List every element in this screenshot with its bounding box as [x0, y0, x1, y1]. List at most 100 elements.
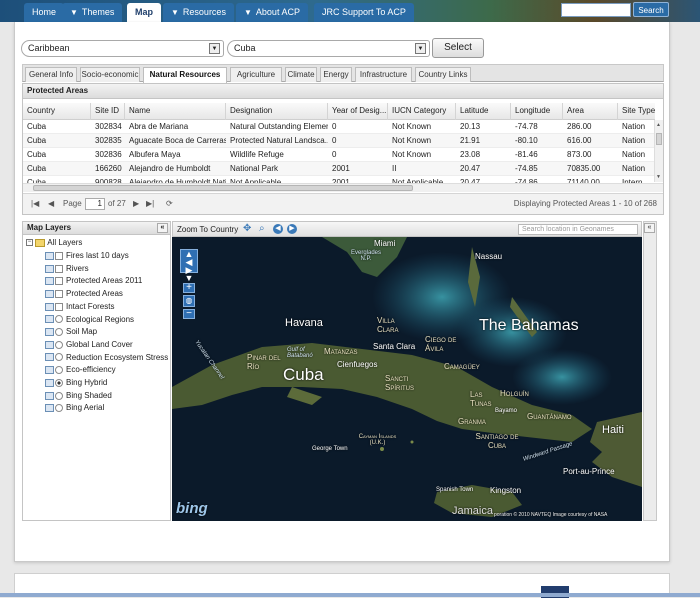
layer-legend-icon[interactable]: [45, 277, 54, 286]
nav-map[interactable]: Map: [127, 3, 161, 22]
tab-climate[interactable]: Climate: [285, 67, 317, 82]
nav-jrc-support[interactable]: JRC Support To ACP: [314, 3, 414, 22]
country-select[interactable]: Cuba ▼: [227, 40, 430, 57]
prev-page-icon[interactable]: ◀: [48, 199, 54, 208]
layer-checkbox[interactable]: [55, 264, 63, 273]
forward-arrow-icon[interactable]: ▶: [287, 224, 297, 234]
layer-radio[interactable]: [55, 404, 63, 413]
layer-legend-icon[interactable]: [45, 315, 54, 324]
globe-icon[interactable]: ◍: [183, 295, 195, 307]
column-header[interactable]: Country: [23, 103, 91, 120]
layer-legend-icon[interactable]: [45, 353, 54, 362]
map-view[interactable]: ▲ ◀ ▶ ▼ + ◍ − Miami Everglades N.P. Nass…: [172, 237, 642, 521]
layer-legend-icon[interactable]: [45, 264, 54, 273]
table-row[interactable]: Cuba 302835 Aguacate Boca de Carreras Prote…: [23, 134, 655, 148]
nav-resources[interactable]: ▼ Resources: [163, 3, 234, 22]
column-header[interactable]: IUCN Category: [388, 103, 456, 120]
region-select[interactable]: Caribbean ▼: [21, 40, 224, 57]
layer-radio[interactable]: [55, 378, 63, 387]
chevron-down-icon[interactable]: ▼: [415, 43, 426, 54]
grid-horizontal-scrollbar[interactable]: [23, 183, 663, 192]
layer-legend-icon[interactable]: [45, 251, 54, 260]
scroll-up-icon[interactable]: ▲: [656, 122, 662, 128]
layer-legend-icon[interactable]: [45, 378, 54, 387]
layer-root[interactable]: − All Layers: [26, 237, 82, 249]
table-row[interactable]: Cuba 302836 Albufera Maya Wildlife Refuge 0 N…: [23, 148, 655, 162]
layer-legend-icon[interactable]: [45, 366, 54, 375]
table-row[interactable]: Cuba 166260 Alejandro de Humboldt National …: [23, 162, 655, 176]
layer-radio[interactable]: [55, 391, 63, 400]
collapse-left-icon[interactable]: «: [157, 223, 168, 233]
layer-item[interactable]: Rivers: [45, 263, 89, 275]
layer-item[interactable]: Ecological Regions: [45, 314, 134, 326]
zoom-in-button[interactable]: +: [183, 283, 195, 293]
layer-legend-icon[interactable]: [45, 391, 54, 400]
site-search-button[interactable]: Search: [633, 2, 669, 17]
site-search-input[interactable]: [561, 3, 631, 17]
layer-checkbox[interactable]: [55, 277, 63, 286]
layer-legend-icon[interactable]: [45, 340, 54, 349]
pan-horizontal-icon[interactable]: ◀ ▶: [181, 258, 197, 275]
column-header[interactable]: Longitude: [511, 103, 563, 120]
pan-control[interactable]: ▲ ◀ ▶ ▼: [180, 249, 198, 283]
layer-item[interactable]: Global Land Cover: [45, 339, 133, 351]
refresh-icon[interactable]: ⟳: [166, 199, 173, 208]
select-button[interactable]: Select: [432, 38, 484, 58]
column-header[interactable]: Area: [563, 103, 618, 120]
layer-item[interactable]: Eco-efficiency: [45, 364, 116, 376]
tab-country-links[interactable]: Country Links: [415, 67, 471, 82]
layer-radio[interactable]: [55, 328, 63, 337]
layer-checkbox[interactable]: [55, 251, 63, 260]
layer-item[interactable]: Soil Map: [45, 326, 97, 338]
layer-item[interactable]: Bing Hybrid: [45, 377, 107, 389]
layer-item[interactable]: Bing Shaded: [45, 390, 112, 402]
layer-item[interactable]: Protected Areas 2011: [45, 275, 142, 287]
chevron-down-icon[interactable]: ▼: [209, 43, 220, 54]
table-row[interactable]: Cuba 302834 Abra de Mariana Natural Outstan…: [23, 120, 655, 134]
tree-collapse-icon[interactable]: −: [26, 239, 33, 247]
column-header[interactable]: Latitude: [456, 103, 511, 120]
layer-radio[interactable]: [55, 340, 63, 349]
layer-item[interactable]: Reduction Ecosystem Stress: [45, 352, 168, 364]
column-header[interactable]: Site ID: [91, 103, 125, 120]
layer-legend-icon[interactable]: [45, 302, 54, 311]
tab-agriculture[interactable]: Agriculture: [230, 67, 282, 82]
next-page-icon[interactable]: ▶: [133, 199, 139, 208]
column-header[interactable]: Name: [125, 103, 226, 120]
layer-item[interactable]: Protected Areas: [45, 288, 123, 300]
layer-legend-icon[interactable]: [45, 289, 54, 298]
scroll-thumb[interactable]: [33, 185, 413, 191]
nav-themes[interactable]: ▼ Themes: [62, 3, 123, 22]
column-header[interactable]: Designation: [226, 103, 328, 120]
column-header[interactable]: Site Type: [618, 103, 655, 120]
column-header[interactable]: Year of Desig...: [328, 103, 388, 120]
last-page-icon[interactable]: ▶|: [146, 199, 154, 208]
pan-down-icon[interactable]: ▼: [181, 274, 197, 283]
nav-home[interactable]: Home: [24, 3, 65, 22]
zoom-to-country-button[interactable]: Zoom To Country: [177, 225, 238, 234]
expand-right-icon[interactable]: «: [644, 223, 655, 233]
layer-legend-icon[interactable]: [45, 404, 54, 413]
zoom-icon[interactable]: ⌕: [259, 223, 265, 234]
pan-icon[interactable]: ✥: [243, 223, 251, 234]
layer-radio[interactable]: [55, 315, 63, 324]
scroll-thumb[interactable]: [656, 133, 662, 145]
zoom-out-button[interactable]: −: [183, 309, 195, 319]
geonames-search-input[interactable]: Search location in Geonames: [518, 224, 638, 235]
layer-radio[interactable]: [55, 353, 63, 362]
scroll-down-icon[interactable]: ▼: [656, 174, 662, 180]
back-arrow-icon[interactable]: ◀: [273, 224, 283, 234]
layer-radio[interactable]: [55, 366, 63, 375]
layer-legend-icon[interactable]: [45, 328, 54, 337]
grid-vertical-scrollbar[interactable]: ▲ ▼: [654, 120, 663, 182]
tab-general-info[interactable]: General Info: [25, 67, 77, 82]
nav-about-acp[interactable]: ▼ About ACP: [236, 3, 308, 22]
table-row[interactable]: Cuba 900828 Alejandro de Humboldt Nati... N…: [23, 176, 655, 183]
first-page-icon[interactable]: |◀: [31, 199, 39, 208]
layer-item[interactable]: Fires last 10 days: [45, 250, 129, 262]
layer-checkbox[interactable]: [55, 289, 63, 298]
tab-natural-resources[interactable]: Natural Resources: [143, 67, 227, 83]
tab-infrastructure[interactable]: Infrastructure: [355, 67, 412, 82]
layer-checkbox[interactable]: [55, 302, 63, 311]
page-number-input[interactable]: 1: [85, 198, 105, 210]
